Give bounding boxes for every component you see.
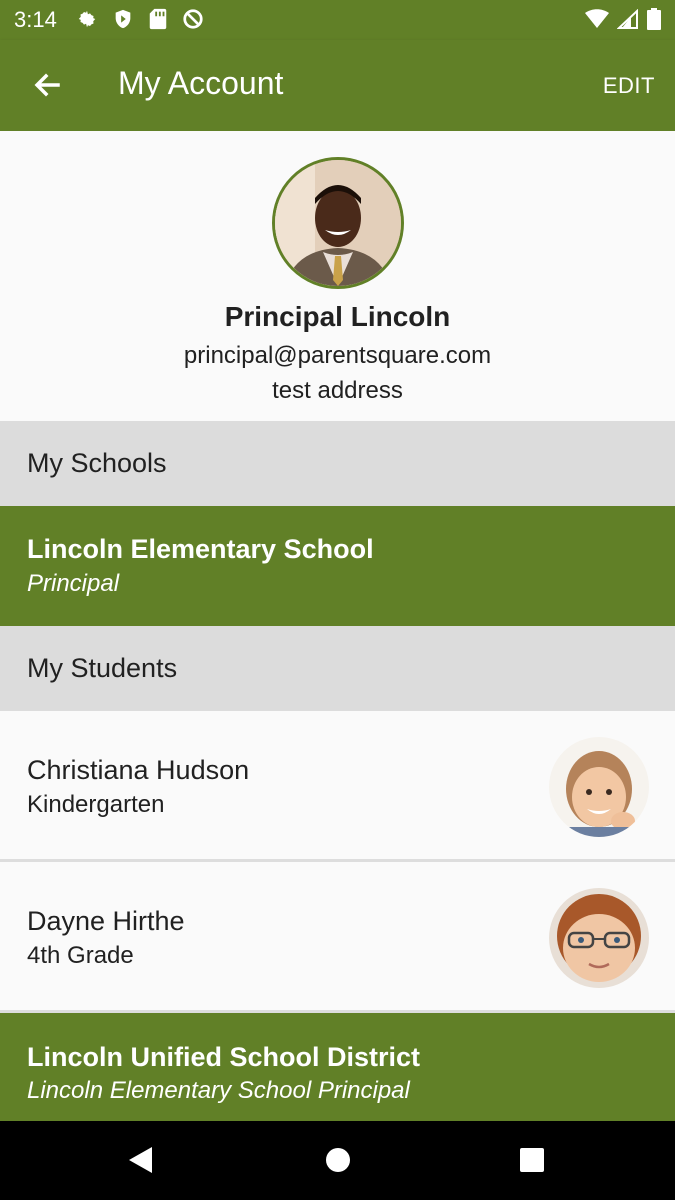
profile-name: Principal Lincoln — [224, 301, 451, 332]
nav-recents-button[interactable] — [518, 1145, 546, 1180]
gear-icon — [78, 10, 96, 28]
student-grade: Kindergarten — [27, 791, 165, 818]
battery-icon — [647, 8, 661, 30]
status-icons-right — [585, 8, 661, 30]
my-students-label: My Students — [27, 653, 178, 683]
girl-photo — [549, 737, 649, 837]
nav-back-button[interactable] — [126, 1145, 156, 1180]
app-bar: My Account EDIT — [0, 40, 675, 131]
district-item[interactable]: Lincoln Unified School District Lincoln … — [0, 1013, 675, 1121]
home-circle-icon — [326, 1148, 350, 1172]
district-name: Lincoln Unified School District — [27, 1042, 421, 1072]
school-role: Principal — [27, 570, 120, 597]
profile-card: Principal Lincoln principal@parentsquare… — [0, 131, 675, 421]
profile-address: test address — [272, 377, 403, 404]
student-item[interactable]: Dayne Hirthe 4th Grade — [0, 862, 675, 1013]
student-avatar — [549, 737, 649, 837]
my-schools-header: My Schools — [0, 421, 675, 506]
student-item[interactable]: Christiana Hudson Kindergarten — [0, 711, 675, 862]
student-avatar — [549, 888, 649, 988]
school-item[interactable]: Lincoln Elementary School Principal — [0, 506, 675, 626]
recents-square-icon — [520, 1148, 544, 1172]
district-role: Lincoln Elementary School Principal — [27, 1077, 410, 1104]
nav-home-button[interactable] — [324, 1145, 352, 1180]
status-time: 3:14 — [14, 7, 57, 32]
sd-card-icon — [149, 8, 167, 30]
signal-icon — [617, 9, 638, 29]
edit-button[interactable]: EDIT — [603, 73, 655, 99]
student-name: Dayne Hirthe — [27, 906, 185, 936]
profile-email: principal@parentsquare.com — [183, 342, 492, 369]
arrow-left-icon — [34, 73, 60, 97]
page-title: My Account — [118, 65, 284, 101]
avatar[interactable] — [272, 157, 404, 289]
student-name: Christiana Hudson — [27, 755, 250, 785]
system-nav-bar — [0, 1121, 675, 1200]
wifi-icon — [585, 9, 609, 28]
school-name: Lincoln Elementary School — [27, 534, 374, 564]
my-schools-label: My Schools — [27, 448, 167, 478]
student-grade: 4th Grade — [27, 942, 134, 969]
status-bar: 3:14 — [0, 0, 675, 40]
back-button[interactable] — [28, 65, 68, 105]
boy-glasses-photo — [549, 888, 649, 988]
principal-photo — [275, 160, 401, 286]
my-students-header: My Students — [0, 626, 675, 711]
shield-icon — [115, 9, 131, 29]
status-icons-left — [76, 8, 204, 30]
no-sync-icon — [183, 9, 203, 29]
back-triangle-icon — [129, 1147, 152, 1173]
